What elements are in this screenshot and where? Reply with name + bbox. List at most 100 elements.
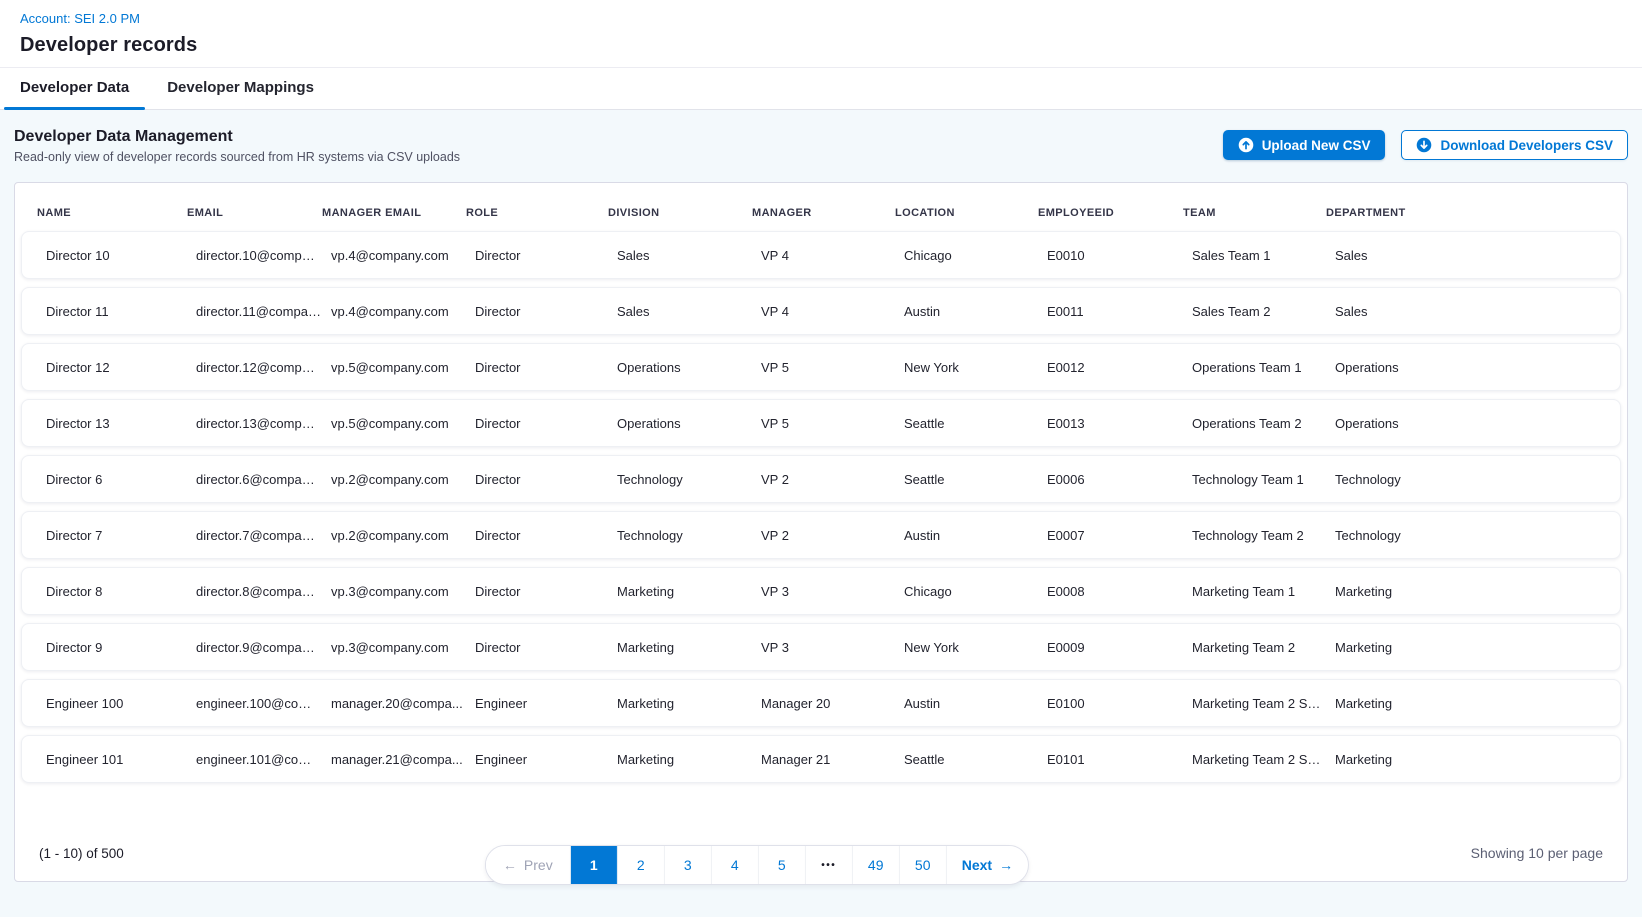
column-header: NAME [37, 207, 187, 219]
upload-icon [1238, 137, 1254, 153]
account-breadcrumb[interactable]: Account: SEI 2.0 PM [20, 11, 140, 26]
table-cell: Manager 21 [761, 752, 904, 767]
page-number-button[interactable]: 4 [712, 846, 759, 884]
column-header: MANAGER EMAIL [322, 207, 466, 219]
table-cell: Director 9 [46, 640, 196, 655]
table-cell: VP 2 [761, 472, 904, 487]
arrow-right-icon: → [999, 858, 1013, 872]
table-cell: E0008 [1047, 584, 1192, 599]
pagination-ellipsis[interactable]: ••• [806, 846, 853, 884]
table-cell: Marketing Team 1 [1192, 584, 1335, 599]
table-cell: Marketing [1335, 752, 1620, 767]
table-cell: E0006 [1047, 472, 1192, 487]
column-header: DEPARTMENT [1326, 207, 1621, 219]
prev-label: Prev [524, 857, 553, 873]
table-cell: Engineer 100 [46, 696, 196, 711]
table-cell: director.9@company.... [196, 640, 331, 655]
table-cell: VP 2 [761, 528, 904, 543]
tab-developer-mappings[interactable]: Developer Mappings [157, 68, 324, 109]
table-cell: Director 11 [46, 304, 196, 319]
table-cell: Director [475, 248, 617, 263]
column-header: MANAGER [752, 207, 895, 219]
table-cell: Director 13 [46, 416, 196, 431]
page-number-button[interactable]: 49 [853, 846, 900, 884]
upload-csv-button[interactable]: Upload New CSV [1223, 130, 1386, 160]
table-row: Director 6director.6@company....vp.2@com… [21, 455, 1621, 503]
table-cell: director.13@compan... [196, 416, 331, 431]
table-cell: E0100 [1047, 696, 1192, 711]
table-cell: Marketing [1335, 696, 1620, 711]
table-cell: Marketing Team 2 Su... [1192, 752, 1335, 767]
table-cell: VP 3 [761, 640, 904, 655]
table-cell: E0009 [1047, 640, 1192, 655]
table-cell: manager.21@compa... [331, 752, 475, 767]
table-cell: Seattle [904, 472, 1047, 487]
download-csv-label: Download Developers CSV [1440, 138, 1613, 153]
table-cell: Director 10 [46, 248, 196, 263]
table-row: Engineer 100engineer.100@comp...manager.… [21, 679, 1621, 727]
page-number-button[interactable]: 2 [618, 846, 665, 884]
table-cell: engineer.100@comp... [196, 696, 331, 711]
section-title: Developer Data Management [14, 128, 460, 146]
table-cell: engineer.101@comp... [196, 752, 331, 767]
prev-page-button[interactable]: ← Prev [486, 846, 571, 884]
table-cell: Engineer 101 [46, 752, 196, 767]
table-cell: Director 6 [46, 472, 196, 487]
table-cell: vp.2@company.com [331, 528, 475, 543]
table-cell: vp.3@company.com [331, 584, 475, 599]
page-number-button[interactable]: 50 [900, 846, 947, 884]
download-icon [1416, 137, 1432, 153]
table-row: Director 9director.9@company....vp.3@com… [21, 623, 1621, 671]
next-label: Next [962, 857, 992, 873]
table-cell: Marketing [617, 696, 761, 711]
download-csv-button[interactable]: Download Developers CSV [1401, 130, 1628, 160]
table-cell: Director [475, 528, 617, 543]
table-cell: Marketing [617, 584, 761, 599]
table-cell: Engineer [475, 752, 617, 767]
table-cell: vp.5@company.com [331, 360, 475, 375]
table-cell: Operations [617, 416, 761, 431]
table-cell: Austin [904, 696, 1047, 711]
column-header: LOCATION [895, 207, 1038, 219]
table-cell: Sales Team 2 [1192, 304, 1335, 319]
page-number-button[interactable]: 1 [571, 846, 618, 884]
page-number-button[interactable]: 5 [759, 846, 806, 884]
table-cell: VP 4 [761, 248, 904, 263]
table-cell: Operations [617, 360, 761, 375]
per-page-text: Showing 10 per page [1471, 845, 1603, 861]
table-cell: Seattle [904, 752, 1047, 767]
table-row: Director 12director.12@compan...vp.5@com… [21, 343, 1621, 391]
table-footer: (1 - 10) of 500 ← Prev 12345•••4950 Next… [21, 805, 1621, 881]
column-header: EMAIL [187, 207, 322, 219]
pagination: ← Prev 12345•••4950 Next → [485, 845, 1029, 885]
table-cell: Chicago [904, 584, 1047, 599]
table-cell: Sales [1335, 304, 1620, 319]
table-cell: Technology Team 1 [1192, 472, 1335, 487]
table-cell: E0013 [1047, 416, 1192, 431]
table-body: Director 10director.10@compan...vp.4@com… [21, 231, 1621, 791]
table-cell: director.10@compan... [196, 248, 331, 263]
page-title: Developer records [20, 34, 1622, 57]
table-cell: VP 5 [761, 416, 904, 431]
table-cell: Marketing [1335, 640, 1620, 655]
main-content: Developer Data Management Read-only view… [0, 110, 1642, 917]
table-cell: E0011 [1047, 304, 1192, 319]
table-cell: Operations [1335, 360, 1620, 375]
table-cell: Austin [904, 528, 1047, 543]
table-cell: vp.4@company.com [331, 248, 475, 263]
table-cell: Engineer [475, 696, 617, 711]
table-cell: E0101 [1047, 752, 1192, 767]
table-cell: Technology [617, 528, 761, 543]
column-header: TEAM [1183, 207, 1326, 219]
table-cell: manager.20@compa... [331, 696, 475, 711]
column-header: DIVISION [608, 207, 752, 219]
table-cell: director.6@company.... [196, 472, 331, 487]
tab-bar: Developer Data Developer Mappings [0, 68, 1642, 110]
table-cell: vp.4@company.com [331, 304, 475, 319]
next-page-button[interactable]: Next → [947, 846, 1028, 884]
table-cell: Director [475, 304, 617, 319]
page-number-button[interactable]: 3 [665, 846, 712, 884]
table-cell: E0010 [1047, 248, 1192, 263]
table-row: Director 8director.8@company....vp.3@com… [21, 567, 1621, 615]
tab-developer-data[interactable]: Developer Data [10, 68, 139, 109]
